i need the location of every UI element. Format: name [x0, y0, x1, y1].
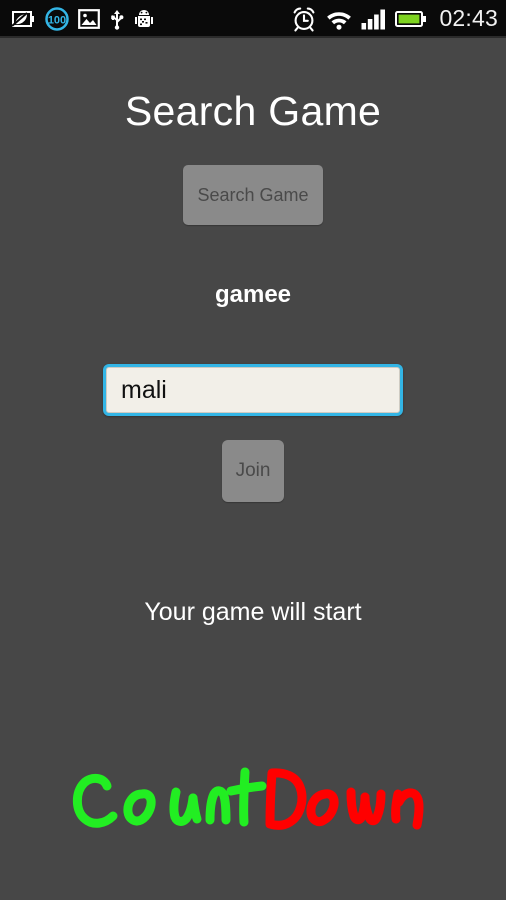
game-name-label: gamee: [214, 281, 292, 308]
logo-down-strokes: [265, 768, 424, 830]
status-message: Your game will start: [144, 598, 362, 626]
wifi-icon: [325, 8, 353, 30]
phone-screen: 100 02:43 Search Game Search Game gamee …: [0, 0, 506, 900]
status-bar-right-icons: 02:43: [291, 5, 498, 33]
name-input-wrapper[interactable]: [103, 364, 403, 416]
status-bar-clock: 02:43: [439, 5, 498, 31]
countdown-logo-svg: [72, 767, 424, 830]
battery-100-icon: 100: [45, 7, 69, 31]
logo-count-strokes: [72, 767, 267, 828]
countdown-logo: [0, 758, 506, 848]
usb-icon: [109, 8, 125, 30]
battery-icon: [395, 9, 427, 29]
eco-battery-icon: [10, 9, 36, 29]
cellular-signal-icon: [361, 8, 387, 30]
status-bar: 100 02:43: [0, 0, 506, 38]
search-game-button[interactable]: Search Game: [183, 165, 323, 225]
main-content: Search Game Search Game gamee Join Your …: [0, 38, 506, 900]
svg-text:100: 100: [48, 15, 66, 27]
android-debug-icon: [134, 8, 154, 30]
name-input[interactable]: [106, 367, 400, 413]
alarm-clock-icon: [291, 6, 317, 32]
screenshot-image-icon: [78, 9, 100, 29]
join-button[interactable]: Join: [222, 440, 284, 502]
status-bar-left-icons: 100: [10, 7, 154, 31]
page-title: Search Game: [124, 88, 382, 134]
